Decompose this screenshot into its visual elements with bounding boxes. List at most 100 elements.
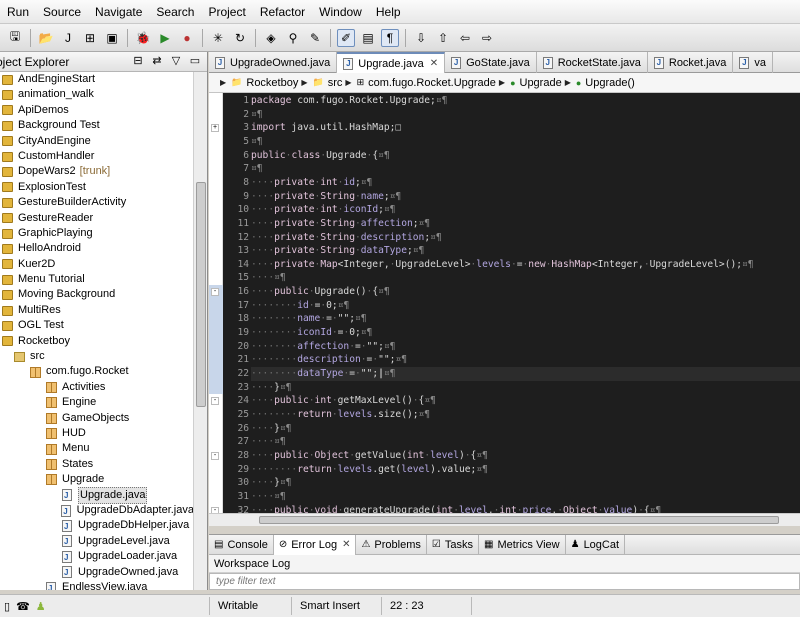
code-line[interactable]: ····¤¶ (251, 271, 286, 285)
tree-item[interactable]: UpgradeLoader.java (0, 549, 194, 565)
expand-fold-icon[interactable]: + (211, 124, 219, 133)
tree-item[interactable]: GestureReader (0, 211, 194, 226)
code-line[interactable]: ········return·levels.size();¤¶ (251, 408, 430, 422)
code-line[interactable]: ····private·int·id;¤¶ (251, 176, 372, 190)
editor-horizontal-scrollbar[interactable] (209, 513, 800, 526)
tree-item[interactable]: Rocketboy (0, 334, 194, 349)
menu-project[interactable]: Project (201, 0, 252, 24)
code-line[interactable]: ····public·void·generateUpgrade(int·leve… (251, 504, 661, 514)
tree-item[interactable]: MultiRes (0, 303, 194, 318)
menu-navigate[interactable]: Navigate (88, 0, 149, 24)
breadcrumb-arrow-icon[interactable]: ▶ (301, 78, 307, 87)
save-icon[interactable]: 🖫 (6, 29, 24, 47)
bottom-tab[interactable]: ⊘ Error Log ✕ (273, 534, 357, 555)
pencil-icon[interactable]: ✎ (306, 29, 324, 47)
open-type-icon[interactable]: ◈ (262, 29, 280, 47)
ddms-icon[interactable]: ☎ (16, 600, 30, 613)
menu-search[interactable]: Search (149, 0, 201, 24)
code-line[interactable]: ····}¤¶ (251, 422, 291, 436)
tree-item[interactable]: GameObjects (0, 411, 194, 426)
explorer-scrollbar[interactable] (193, 72, 207, 590)
code-line[interactable]: ········iconId·=·0;¤¶ (251, 326, 372, 340)
editor-tab[interactable]: Jva (733, 52, 773, 73)
collapse-all-icon[interactable]: ⊟ (130, 54, 146, 67)
show-whitespace-icon[interactable]: ¶ (381, 28, 399, 47)
code-line[interactable]: ····¤¶ (251, 435, 286, 449)
code-line[interactable]: ····public·Object·getValue(int·level)·{¤… (251, 449, 488, 463)
tree-item[interactable]: Upgrade (0, 472, 194, 487)
new-java-class-icon[interactable]: J (59, 29, 77, 47)
code-line[interactable]: import java.util.HashMap;□ (251, 121, 401, 135)
view-menu-icon[interactable]: ▽ (168, 54, 184, 67)
scroll-thumb[interactable] (196, 182, 206, 407)
filter-input[interactable]: type filter text (209, 573, 800, 590)
tree-item[interactable]: GestureBuilderActivity (0, 195, 194, 210)
collapse-fold-icon[interactable]: - (211, 397, 219, 406)
tree-item[interactable]: Menu Tutorial (0, 272, 194, 287)
code-line[interactable]: package com.fugo.Rocket.Upgrade;¤¶ (251, 94, 447, 108)
bottom-tab[interactable]: ▤ Console (209, 534, 274, 555)
run-icon[interactable]: ▶ (156, 29, 174, 47)
tree-item[interactable]: src (0, 349, 194, 364)
breadcrumb-arrow-icon[interactable]: ▶ (499, 78, 505, 87)
bottom-tab[interactable]: ☑ Tasks (427, 534, 479, 555)
menu-window[interactable]: Window (312, 0, 369, 24)
tree-item[interactable]: States (0, 457, 194, 472)
code-line[interactable]: ····public·int·getMaxLevel()·{¤¶ (251, 394, 436, 408)
debug-icon[interactable]: 🐞 (134, 29, 152, 47)
editor-tab[interactable]: J UpgradeOwned.java (209, 52, 338, 73)
android-icon[interactable]: ♟ (36, 600, 46, 613)
link-with-editor-icon[interactable]: ⇄ (149, 54, 165, 67)
code-line[interactable]: ········name·=·"";¤¶ (251, 312, 367, 326)
close-icon[interactable]: ✕ (430, 58, 438, 69)
code-line[interactable]: ····}¤¶ (251, 476, 291, 490)
tree-item[interactable]: UpgradeLevel.java (0, 534, 194, 550)
breadcrumb-src[interactable]: 📁 src (313, 77, 343, 89)
code-line[interactable]: ····private·String·dataType;¤¶ (251, 244, 424, 258)
refresh-icon[interactable]: ↻ (231, 29, 249, 47)
breadcrumb-package[interactable]: ⊞ com.fugo.Rocket.Upgrade (357, 77, 496, 89)
tree-item[interactable]: HUD (0, 426, 194, 441)
tree-item[interactable]: EndlessView.java (0, 580, 194, 590)
code-line[interactable]: ········id·=·0;¤¶ (251, 299, 349, 313)
breadcrumb-method[interactable]: ● Upgrade() (576, 77, 635, 89)
code-line[interactable]: ····}¤¶ (251, 381, 291, 395)
new-icon[interactable]: ✳ (209, 29, 227, 47)
tree-item[interactable]: ExplosionTest (0, 180, 194, 195)
close-icon[interactable]: ✕ (342, 539, 350, 550)
collapse-fold-icon[interactable]: - (211, 451, 219, 460)
toggle-mark-occurrences-icon[interactable]: ✐ (337, 28, 355, 47)
code-line[interactable]: ····private·String·name;¤¶ (251, 190, 401, 204)
tree-item[interactable]: animation_walk (0, 87, 194, 102)
bottom-tab[interactable]: ⚠ Problems (356, 534, 427, 555)
code-line[interactable]: ····¤¶ (251, 490, 286, 504)
code-line[interactable]: ¤¶ (251, 135, 263, 149)
code-editor[interactable]: 1 package com.fugo.Rocket.Upgrade;¤¶ 2 ¤¶ 3 +… (209, 93, 800, 513)
code-line[interactable]: ········affection·=·"";¤¶ (251, 340, 395, 354)
tree-item[interactable]: Menu (0, 441, 194, 456)
new-package-icon[interactable]: ⊞ (81, 29, 99, 47)
avd-manager-icon[interactable]: ▣ (103, 29, 121, 47)
editor-tab[interactable]: J GoState.java (445, 52, 537, 73)
tree-item[interactable]: UpgradeOwned.java (0, 565, 194, 581)
menu-run[interactable]: Run (0, 0, 36, 24)
code-line[interactable]: ····public·Upgrade()·{¤¶ (251, 285, 390, 299)
code-line[interactable]: ¤¶ (251, 108, 263, 122)
breadcrumb-arrow-icon[interactable]: ▶ (565, 78, 571, 87)
code-line[interactable]: ····private·Map<Integer,·UpgradeLevel>·l… (251, 258, 754, 272)
tree-item[interactable]: HelloAndroid (0, 241, 194, 256)
code-line[interactable]: ¤¶ (251, 162, 263, 176)
tree-item[interactable]: Activities (0, 380, 194, 395)
breadcrumb-project[interactable]: 📁 Rocketboy (231, 77, 298, 89)
code-line[interactable]: ········description·=·"";¤¶ (251, 353, 407, 367)
bottom-tab[interactable]: ♟ LogCat (566, 534, 626, 555)
menu-help[interactable]: Help (369, 0, 408, 24)
tree-item[interactable]: Kuer2D (0, 257, 194, 272)
external-tools-icon[interactable]: ● (178, 29, 196, 47)
editor-tab[interactable]: J Upgrade.java ✕ (337, 52, 446, 73)
tree-item[interactable]: Background Test (0, 118, 194, 133)
tree-item[interactable]: AndEngineStart (0, 72, 194, 87)
tree-item[interactable]: DopeWars2 [trunk] (0, 164, 194, 179)
breadcrumb-arrow-icon[interactable]: ▶ (345, 78, 351, 87)
forward-icon[interactable]: ⇨ (478, 29, 496, 47)
